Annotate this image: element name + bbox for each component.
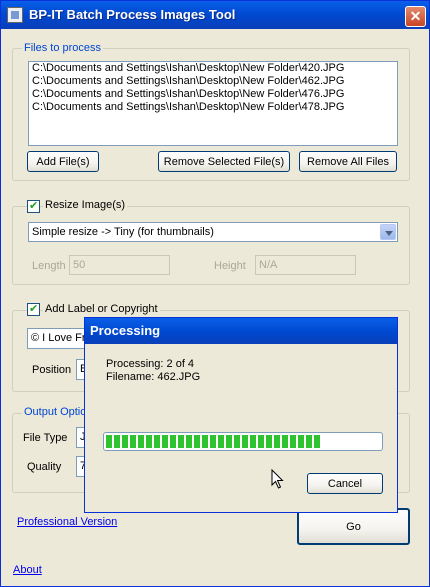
file-list[interactable]: C:\Documents and Settings\Ishan\Desktop\… bbox=[28, 61, 398, 146]
progress-fill bbox=[106, 435, 322, 448]
file-type-label: File Type bbox=[23, 432, 68, 444]
cancel-button[interactable]: Cancel bbox=[307, 473, 383, 494]
output-legend: Output Optio bbox=[22, 406, 89, 418]
position-label: Position bbox=[32, 364, 72, 376]
file-list-item[interactable]: C:\Documents and Settings\Ishan\Desktop\… bbox=[29, 62, 397, 75]
progress-bar bbox=[103, 432, 383, 451]
dialog-title: Processing bbox=[90, 323, 161, 338]
app-icon bbox=[7, 7, 23, 23]
remove-selected-files-button[interactable]: Remove Selected File(s) bbox=[158, 151, 290, 172]
files-legend: Files to process bbox=[22, 42, 104, 54]
mouse-cursor-icon bbox=[271, 469, 284, 489]
file-list-item[interactable]: C:\Documents and Settings\Ishan\Desktop\… bbox=[29, 88, 397, 101]
resize-mode-select[interactable]: Simple resize -> Tiny (for thumbnails) bbox=[28, 222, 398, 242]
height-label: Height bbox=[214, 260, 246, 272]
dialog-title-bar[interactable]: Processing bbox=[85, 318, 397, 344]
chevron-down-icon[interactable] bbox=[380, 224, 396, 240]
add-files-button[interactable]: Add File(s) bbox=[27, 151, 99, 172]
length-label: Length bbox=[32, 260, 66, 272]
dialog-body: Processing: 2 of 4 Filename: 462.JPG Can… bbox=[87, 346, 395, 510]
length-field[interactable]: 50 bbox=[69, 255, 170, 275]
remove-all-files-button[interactable]: Remove All Files bbox=[299, 151, 397, 172]
label-checkbox[interactable] bbox=[27, 302, 40, 316]
resize-legend: Resize Image(s) bbox=[43, 199, 128, 211]
quality-label: Quality bbox=[27, 461, 62, 473]
processing-dialog: Processing Processing: 2 of 4 Filename: … bbox=[84, 317, 398, 513]
label-legend: Add Label or Copyright bbox=[43, 303, 160, 315]
go-button[interactable]: Go bbox=[297, 508, 410, 545]
resize-mode-value: Simple resize -> Tiny (for thumbnails) bbox=[32, 226, 214, 238]
about-link[interactable]: About bbox=[13, 564, 42, 576]
processing-status: Processing: 2 of 4 bbox=[106, 358, 195, 370]
file-list-item[interactable]: C:\Documents and Settings\Ishan\Desktop\… bbox=[29, 101, 397, 114]
file-list-item[interactable]: C:\Documents and Settings\Ishan\Desktop\… bbox=[29, 75, 397, 88]
close-icon[interactable]: ✕ bbox=[405, 6, 426, 27]
processing-filename: Filename: 462.JPG bbox=[106, 371, 201, 383]
height-field[interactable]: N/A bbox=[255, 255, 356, 275]
professional-version-link[interactable]: Professional Version bbox=[17, 516, 117, 528]
window-title: BP-IT Batch Process Images Tool bbox=[29, 7, 236, 22]
resize-checkbox[interactable] bbox=[27, 199, 40, 213]
title-bar[interactable]: BP-IT Batch Process Images Tool ✕ bbox=[1, 1, 429, 29]
